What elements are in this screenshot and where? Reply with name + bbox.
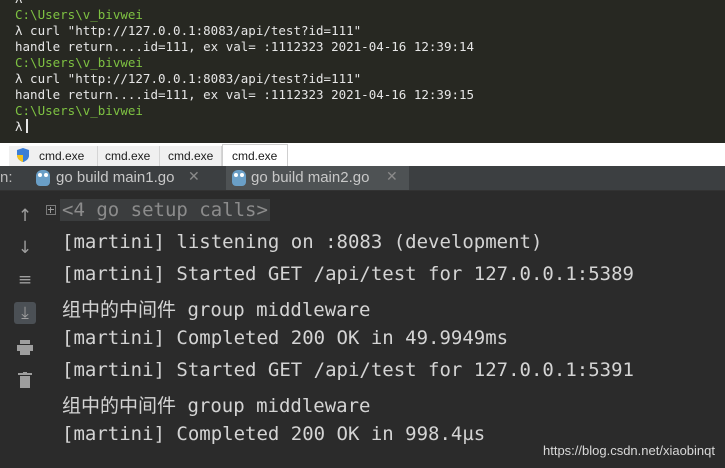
cmd-line: handle return....id=111, ex val= :111232… bbox=[15, 87, 475, 102]
cmd-tab-label: cmd.exe bbox=[105, 149, 151, 163]
cmd-tab-label: cmd.exe bbox=[39, 149, 85, 163]
close-icon[interactable]: ✕ bbox=[386, 169, 398, 185]
run-label: n: bbox=[0, 169, 13, 186]
cmd-line: λ curl "http://127.0.0.1:8083/api/test?i… bbox=[15, 23, 362, 38]
console-line: [martini] Completed 200 OK in 998.4µs bbox=[62, 423, 486, 445]
cmd-tab-4-active[interactable]: cmd.exe bbox=[222, 144, 288, 166]
console-line: [martini] listening on :8083 (developmen… bbox=[62, 231, 543, 253]
cmd-tab-label: cmd.exe bbox=[168, 149, 214, 163]
run-tab-bar: n: go build main1.go ✕ go build main2.go… bbox=[0, 166, 725, 191]
text-cursor bbox=[25, 119, 28, 133]
gopher-icon bbox=[36, 170, 50, 186]
close-icon[interactable]: ✕ bbox=[188, 169, 200, 185]
console-line: [martini] Completed 200 OK in 49.9949ms bbox=[62, 327, 509, 349]
cmd-tab-3[interactable]: cmd.exe bbox=[160, 146, 222, 166]
cmd-tab-label: cmd.exe bbox=[232, 149, 278, 163]
cmd-line: λ bbox=[15, 0, 23, 7]
run-tab-label: go build main2.go bbox=[251, 169, 370, 186]
shield-icon bbox=[17, 148, 29, 162]
watermark-text: https://blog.csdn.net/xiaobinqt bbox=[542, 443, 715, 458]
console-line: [martini] Started GET /api/test for 127.… bbox=[62, 263, 634, 285]
prompt-symbol: λ bbox=[15, 119, 23, 134]
run-tab-main2[interactable]: go build main2.go ✕ bbox=[226, 166, 409, 190]
console-line: 组中的中间件 group middleware bbox=[62, 395, 371, 417]
cmd-line: handle return....id=111, ex val= :111232… bbox=[15, 39, 475, 54]
cmd-line: C:\Users\v_bivwei bbox=[15, 103, 143, 118]
gopher-icon bbox=[232, 170, 246, 186]
run-tab-label: go build main1.go bbox=[56, 169, 175, 186]
run-tab-main1[interactable]: go build main1.go ✕ bbox=[30, 166, 210, 190]
console-line: 组中的中间件 group middleware bbox=[62, 299, 371, 321]
cmd-line: C:\Users\v_bivwei bbox=[15, 55, 143, 70]
console-line: [martini] Started GET /api/test for 127.… bbox=[62, 359, 634, 381]
cmd-line: C:\Users\v_bivwei bbox=[15, 7, 143, 22]
cmd-console-window[interactable]: λ C:\Users\v_bivwei λ curl "http://127.0… bbox=[0, 0, 725, 143]
cmd-tab-2[interactable]: cmd.exe bbox=[98, 146, 160, 166]
cmd-tab-strip: cmd.exe cmd.exe cmd.exe cmd.exe bbox=[0, 143, 725, 167]
cmd-line: λ curl "http://127.0.0.1:8083/api/test?i… bbox=[15, 71, 362, 86]
folded-region[interactable]: <4 go setup calls> bbox=[60, 199, 270, 221]
expand-fold-icon[interactable] bbox=[46, 205, 56, 215]
cmd-prompt-line[interactable]: λ bbox=[15, 119, 28, 135]
